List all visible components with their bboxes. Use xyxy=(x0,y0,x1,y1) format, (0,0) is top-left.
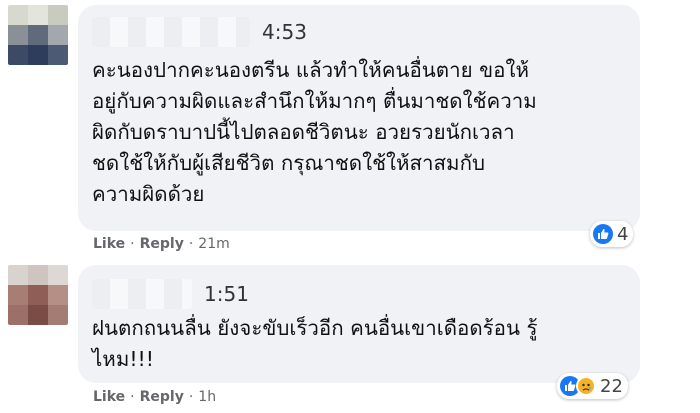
like-button[interactable]: Like xyxy=(93,389,125,405)
comment-line: ผิดกับดราบาปนี้ไปตลอดชีวิตนะ อวยรวยนักเว… xyxy=(92,120,515,144)
avatar[interactable] xyxy=(8,5,68,65)
sad-icon xyxy=(576,376,596,396)
comment-bubble: 1:51 ฝนตกถนนลื่น ยังจะขับเร็วอีก คนอื่นเ… xyxy=(78,265,640,383)
reply-button[interactable]: Reply xyxy=(140,389,184,405)
comment-text: ฝนตกถนนลื่น ยังจะขับเร็วอีก คนอื่นเขาเดื… xyxy=(92,313,538,375)
comment-timestamp: 1:51 xyxy=(204,282,249,306)
comment-age[interactable]: 21m xyxy=(198,236,229,252)
comment-line: คะนองปากคะนองตรีน แล้วทำให้คนอื่นตาย ขอใ… xyxy=(92,58,529,82)
comment-age[interactable]: 1h xyxy=(198,389,216,405)
comment-line: อยู่กับความผิดและสำนึกให้มากๆ ตื่นมาชดใช… xyxy=(92,89,537,113)
avatar[interactable] xyxy=(8,265,68,325)
comment-text: คะนองปากคะนองตรีน แล้วทำให้คนอื่นตาย ขอใ… xyxy=(92,55,537,210)
comment-line: ฝนตกถนนลื่น ยังจะขับเร็วอีก คนอื่นเขาเดื… xyxy=(92,316,538,340)
comment-line: ชดใช้ให้กับผู้เสียชีวิต กรุณาชดใช้ให้สาส… xyxy=(92,151,485,175)
reaction-summary[interactable]: 22 xyxy=(557,373,628,399)
comment-actions: Like · Reply · 1h xyxy=(93,389,216,405)
reaction-count: 4 xyxy=(617,223,629,245)
separator: · xyxy=(188,236,194,252)
like-icon xyxy=(593,224,613,244)
reply-button[interactable]: Reply xyxy=(140,236,184,252)
like-button[interactable]: Like xyxy=(93,236,125,252)
separator: · xyxy=(130,389,135,405)
comment-line: ความผิดด้วย xyxy=(92,182,205,206)
reaction-count: 22 xyxy=(600,375,623,397)
separator: · xyxy=(130,236,135,252)
separator: · xyxy=(188,389,194,405)
comment-line: ไหม!!! xyxy=(92,347,154,371)
comment-timestamp: 4:53 xyxy=(262,20,307,44)
comment-actions: Like · Reply · 21m xyxy=(93,236,230,252)
reaction-summary[interactable]: 4 xyxy=(590,221,634,247)
author-name[interactable] xyxy=(92,17,250,47)
comment-bubble: 4:53 คะนองปากคะนองตรีน แล้วทำให้คนอื่นตา… xyxy=(78,5,640,231)
author-name[interactable] xyxy=(92,279,192,309)
